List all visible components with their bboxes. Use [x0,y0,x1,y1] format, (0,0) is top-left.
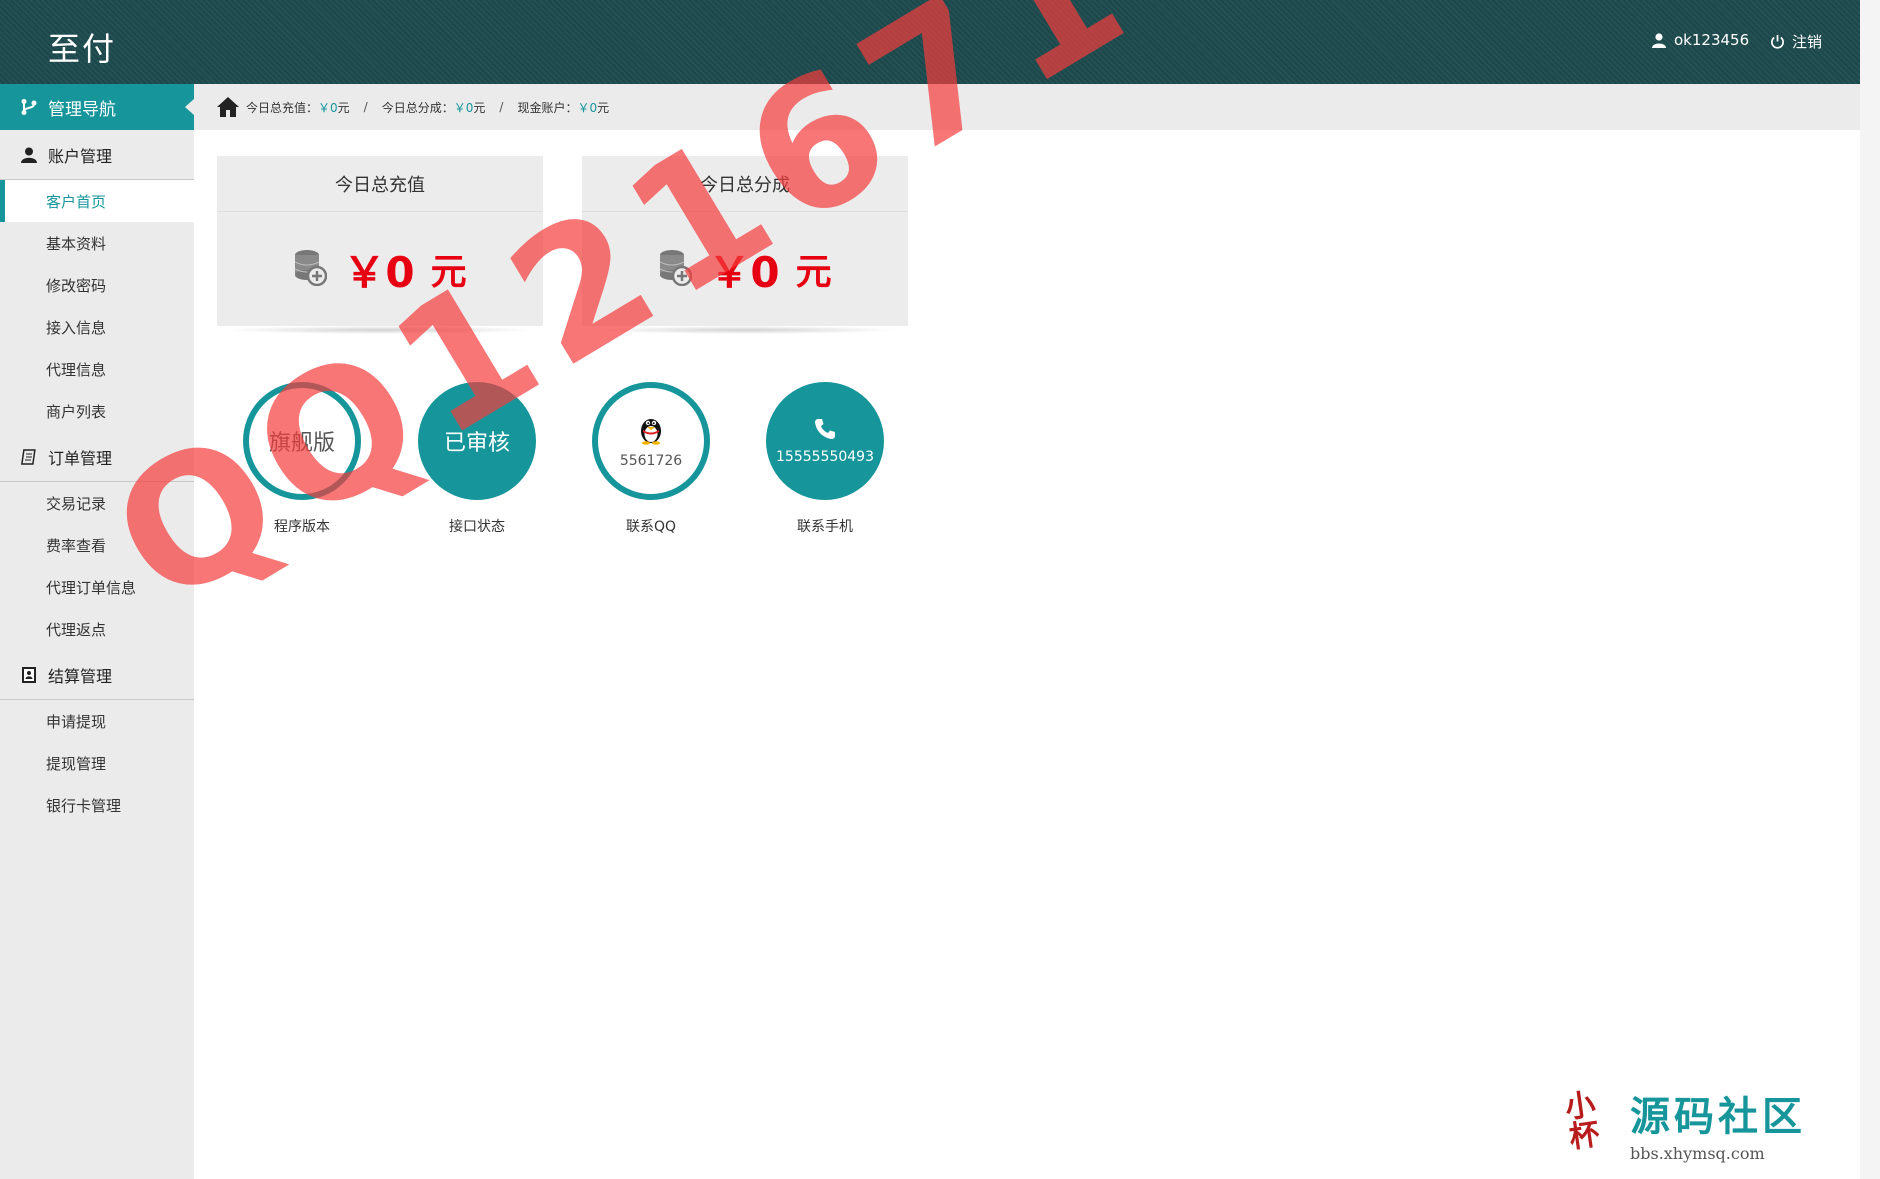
document-icon [20,448,38,466]
card-amount: ￥0 [343,247,415,297]
cash-summary: 现金账户：￥0元 [517,99,609,116]
coins-icon [658,248,693,290]
sidebar-item-basic-info[interactable]: 基本资料 [0,222,194,264]
logo-seal: 小杯 [1562,1086,1602,1156]
breadcrumb-separator: / [499,100,504,114]
stat-card-share: 今日总分成 ￥0 元 [582,156,908,334]
share-label: 今日总分成： [381,100,454,115]
phone-icon [813,417,837,445]
phone-number: 15555550493 [776,449,874,465]
version-text: 旗舰版 [268,431,335,456]
contact-book-icon [20,666,38,684]
status-text: 已审核 [443,431,510,456]
site-logo: 小杯 源码社区 bbs.xhymsq.com [1563,1082,1858,1174]
user-icon [1650,31,1668,49]
sidebar-item-agent-orders[interactable]: 代理订单信息 [0,566,194,608]
user-menu[interactable]: ok123456 [1650,31,1749,49]
share-summary: 今日总分成：￥0元 [382,99,486,116]
group-label: 结算管理 [48,666,113,686]
card-title: 今日总充值 [217,156,543,212]
logo-name: 源码社区 [1630,1094,1806,1140]
nav-title-bar[interactable]: 管理导航 [0,84,194,130]
sidebar-item-access-info[interactable]: 接入信息 [0,306,194,348]
sidebar: 管理导航 账户管理 客户首页 基本资料 修改密码 接入信息 代理信息 商户列表 … [0,84,194,1179]
group-label: 账户管理 [48,146,113,166]
sidebar-item-withdraw-manage[interactable]: 提现管理 [0,742,194,784]
contact-phone-circle[interactable]: 15555550493 [766,382,884,500]
group-orders[interactable]: 订单管理 [0,432,194,482]
card-body: ￥0 元 [217,212,543,326]
person-icon [20,146,38,164]
group-label: 订单管理 [48,448,113,468]
logout-button[interactable]: 注销 [1768,31,1822,52]
group-account[interactable]: 账户管理 [0,130,194,180]
sidebar-item-agent-info[interactable]: 代理信息 [0,348,194,390]
card-title: 今日总分成 [582,156,908,212]
sidebar-item-change-password[interactable]: 修改密码 [0,264,194,306]
username: ok123456 [1674,31,1750,49]
sidebar-item-bank-cards[interactable]: 银行卡管理 [0,784,194,826]
stat-card-recharge: 今日总充值 ￥0 元 [217,156,543,334]
page: 至付 ok123456 注销 管理导航 账户管理 客户首页 基本资料 修改密码 … [0,0,1880,1179]
recharge-label: 今日总充值： [246,100,319,115]
coins-icon [293,248,328,290]
contact-phone-label: 联系手机 [797,519,853,535]
version-label: 程序版本 [274,519,330,535]
contact-qq-label: 联系QQ [625,519,677,535]
branch-icon [20,98,38,116]
right-edge-strip [1860,0,1880,1179]
share-value: ￥0 [453,100,474,115]
brand-title: 至付 [48,30,117,68]
sidebar-item-agent-rebate[interactable]: 代理返点 [0,608,194,650]
share-unit: 元 [473,100,486,115]
recharge-summary: 今日总充值：￥0元 [246,99,350,116]
recharge-unit: 元 [337,100,350,115]
breadcrumb-separator: / [363,100,368,114]
breadcrumb: 今日总充值：￥0元 / 今日总分成：￥0元 / 现金账户：￥0元 [194,84,1860,130]
sidebar-item-customer-home[interactable]: 客户首页 [0,180,194,222]
recharge-value: ￥0 [318,100,338,115]
logout-label: 注销 [1792,33,1823,51]
nav-title: 管理导航 [48,99,116,120]
cash-value: ￥0 [577,100,598,115]
logo-url: bbs.xhymsq.com [1630,1144,1765,1163]
qq-number: 5561726 [619,453,683,469]
power-icon [1768,33,1786,51]
qq-penguin-icon [637,413,665,449]
interface-status-label: 接口状态 [449,519,505,535]
sidebar-item-merchant-list[interactable]: 商户列表 [0,390,194,432]
sidebar-item-rates[interactable]: 费率查看 [0,524,194,566]
card-unit: 元 [795,252,832,293]
card-amount: ￥0 [708,247,780,297]
contact-qq-circle[interactable]: 5561726 [592,382,710,500]
home-icon[interactable] [216,96,240,118]
top-header: 至付 ok123456 注销 [0,0,1860,84]
sidebar-item-apply-withdraw[interactable]: 申请提现 [0,700,194,742]
card-unit: 元 [430,252,467,293]
version-circle: 旗舰版 [243,382,361,500]
cash-unit: 元 [597,100,610,115]
interface-status-circle: 已审核 [418,382,536,500]
group-settlement[interactable]: 结算管理 [0,650,194,700]
card-body: ￥0 元 [582,212,908,326]
sidebar-item-transactions[interactable]: 交易记录 [0,482,194,524]
cash-label: 现金账户： [517,100,578,115]
